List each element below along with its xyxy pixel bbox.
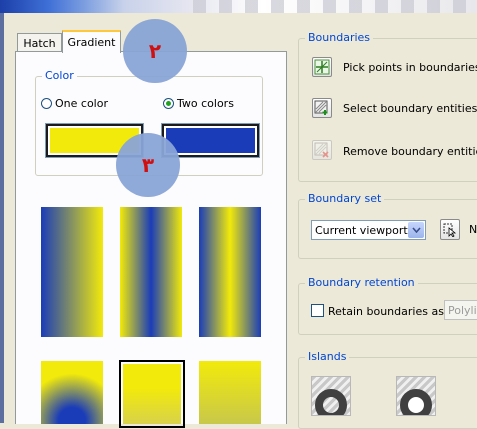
remove-entities-icon	[314, 142, 329, 158]
object-type-field[interactable]: Polylin	[444, 300, 477, 320]
boundary-set-dropdown[interactable]: Current viewport	[311, 220, 426, 240]
retain-boundaries-checkbox[interactable]	[311, 304, 324, 317]
retain-boundaries-label: Retain boundaries as	[328, 305, 444, 318]
island-outer-icon	[400, 389, 432, 415]
tab-hatch[interactable]: Hatch	[17, 33, 62, 52]
select-cursor-icon	[443, 223, 457, 237]
one-color-radio[interactable]: One color	[41, 97, 108, 110]
chevron-down-icon	[408, 222, 424, 238]
color-group-title: Color	[42, 69, 77, 82]
remove-entities-label: Remove boundary entities	[343, 145, 477, 158]
one-color-radio-dot	[41, 98, 52, 109]
boundary-set-value: Current viewport	[315, 224, 408, 237]
island-normal-icon	[315, 389, 347, 415]
window-left-border	[0, 13, 4, 423]
remove-entities-button[interactable]	[312, 140, 332, 160]
new-boundary-set-button[interactable]	[440, 219, 460, 240]
title-bar-pattern	[180, 0, 477, 13]
tab-gradient[interactable]: Gradient	[62, 30, 121, 53]
dialog-title-bar	[0, 0, 477, 13]
island-style-normal[interactable]	[311, 376, 351, 416]
pick-points-button[interactable]	[312, 57, 332, 77]
callout-marker-2: ٢	[123, 19, 187, 83]
gradient-pattern-spherical[interactable]	[41, 361, 103, 424]
callout-marker-3: ٣	[116, 133, 180, 197]
gradient-pattern-hemispherical[interactable]	[119, 360, 185, 428]
gradient-pattern-cylinder[interactable]	[120, 207, 182, 337]
two-colors-label: Two colors	[177, 97, 234, 110]
boundary-set-group-title: Boundary set	[305, 192, 385, 205]
tab-hatch-label: Hatch	[23, 36, 56, 50]
gradient-pattern-linear[interactable]	[41, 207, 103, 337]
boundaries-group-title: Boundaries	[305, 31, 374, 44]
two-colors-radio[interactable]: Two colors	[163, 97, 234, 110]
islands-group-title: Islands	[305, 350, 350, 363]
gradient-tab-panel: Color One color Two colors	[15, 51, 287, 428]
select-entities-button[interactable]	[312, 98, 332, 118]
tab-gradient-label: Gradient	[67, 36, 116, 49]
select-entities-label: Select boundary entities	[343, 102, 477, 115]
two-colors-radio-dot	[163, 98, 174, 109]
pick-points-label: Pick points in boundaries	[343, 61, 477, 74]
select-entities-icon	[314, 100, 328, 115]
boundary-retention-group-title: Boundary retention	[305, 276, 418, 289]
gradient-pattern-inverted-cylinder[interactable]	[199, 207, 261, 337]
pick-points-icon	[314, 59, 330, 75]
new-label: N	[469, 223, 477, 236]
gradient-pattern-curved[interactable]	[199, 361, 261, 424]
island-style-outer[interactable]	[396, 376, 436, 416]
one-color-label: One color	[55, 97, 108, 110]
